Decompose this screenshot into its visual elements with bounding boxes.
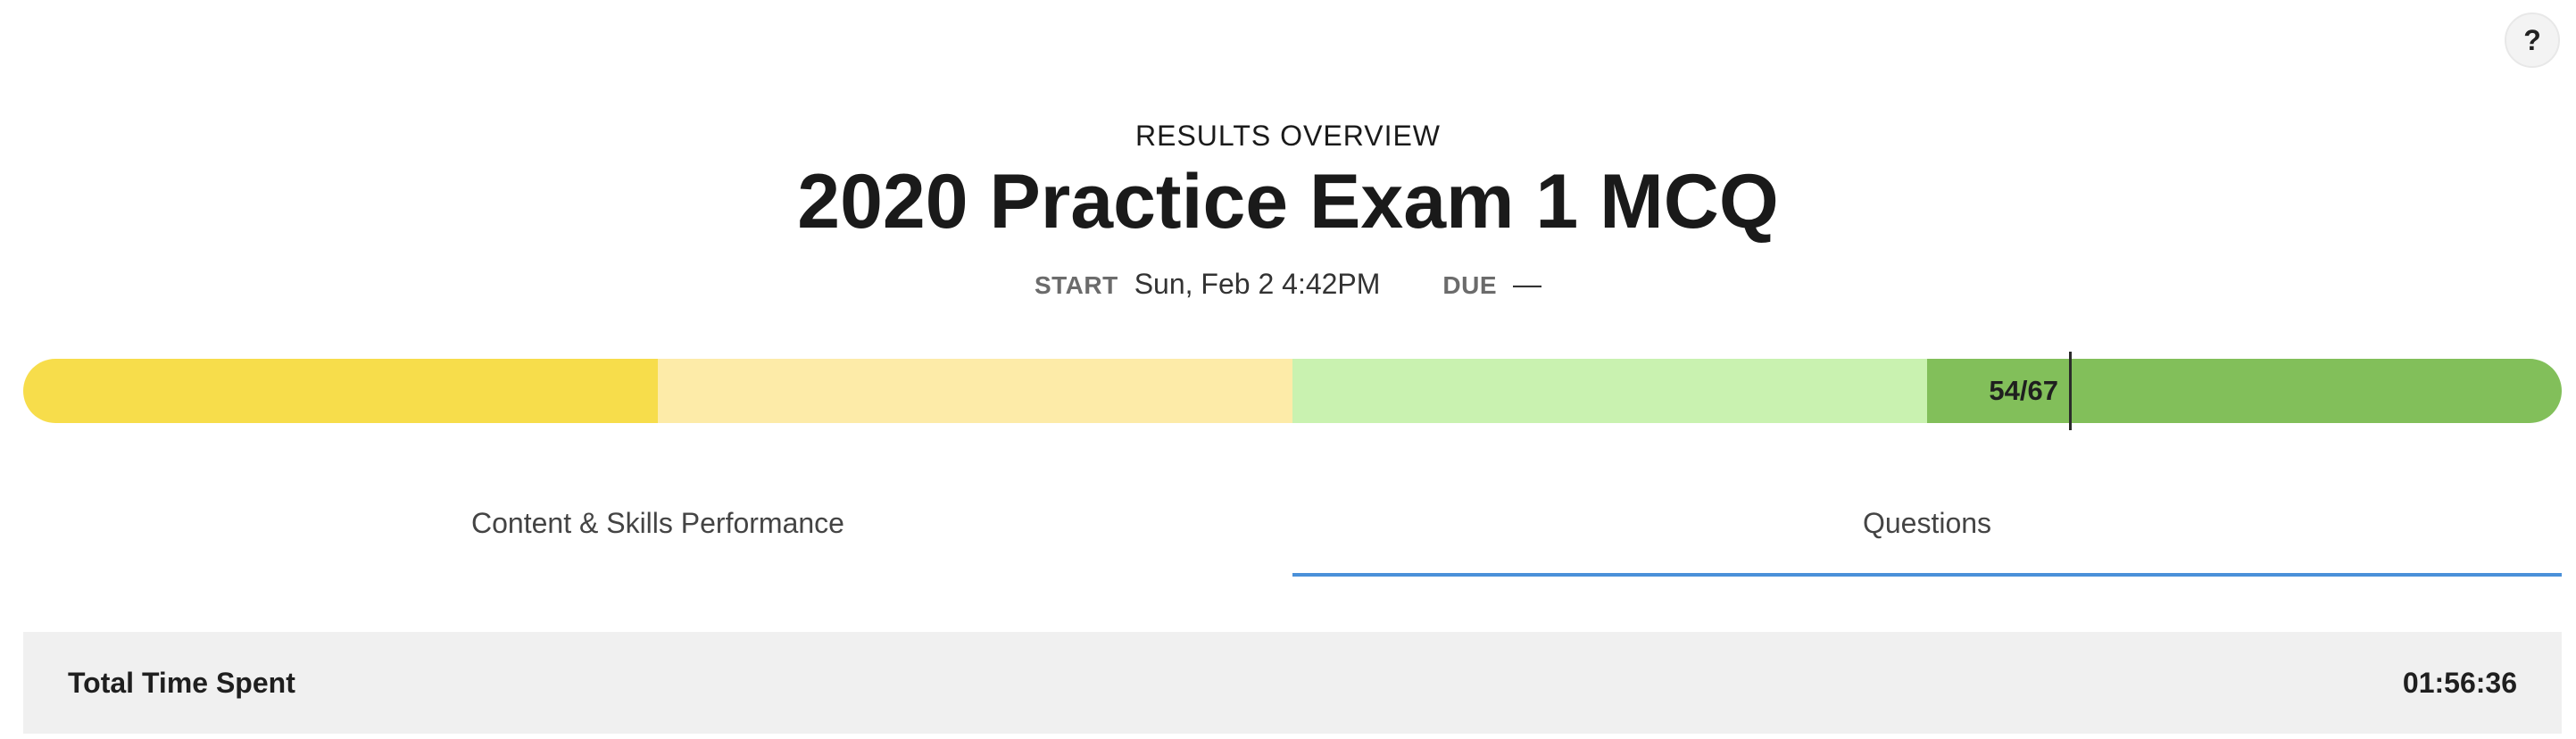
help-button[interactable]: ? xyxy=(2505,12,2560,68)
score-segment-3 xyxy=(1292,359,1927,423)
tab-content-skills[interactable]: Content & Skills Performance xyxy=(23,482,1292,577)
results-overview-page: ? RESULTS OVERVIEW 2020 Practice Exam 1 … xyxy=(0,0,2576,739)
start-value: Sun, Feb 2 4:42PM xyxy=(1134,268,1381,300)
tab-questions-label: Questions xyxy=(1862,506,1992,539)
total-time-label: Total Time Spent xyxy=(68,666,295,699)
score-segment-2 xyxy=(658,359,1292,423)
page-title: 2020 Practice Exam 1 MCQ xyxy=(797,159,1779,245)
score-label: 54/67 xyxy=(1989,375,2058,406)
due-label: DUE xyxy=(1442,271,1498,299)
results-overline: RESULTS OVERVIEW xyxy=(1135,120,1441,152)
results-tabs: Content & Skills Performance Questions xyxy=(23,482,2562,578)
help-icon: ? xyxy=(2523,23,2541,56)
tab-content-skills-label: Content & Skills Performance xyxy=(471,506,844,539)
tab-questions[interactable]: Questions xyxy=(1292,482,2562,577)
due-value: — xyxy=(1513,268,1542,300)
score-segment-1 xyxy=(23,359,658,423)
score-progress-bar xyxy=(23,359,2562,423)
score-marker xyxy=(2069,352,2072,430)
total-time-panel: Total Time Spent 01:56:36 xyxy=(23,632,2562,734)
start-label: START xyxy=(1034,271,1118,299)
total-time-value: 01:56:36 xyxy=(2402,666,2517,699)
exam-meta: START Sun, Feb 2 4:42PM DUE — xyxy=(0,268,2576,301)
